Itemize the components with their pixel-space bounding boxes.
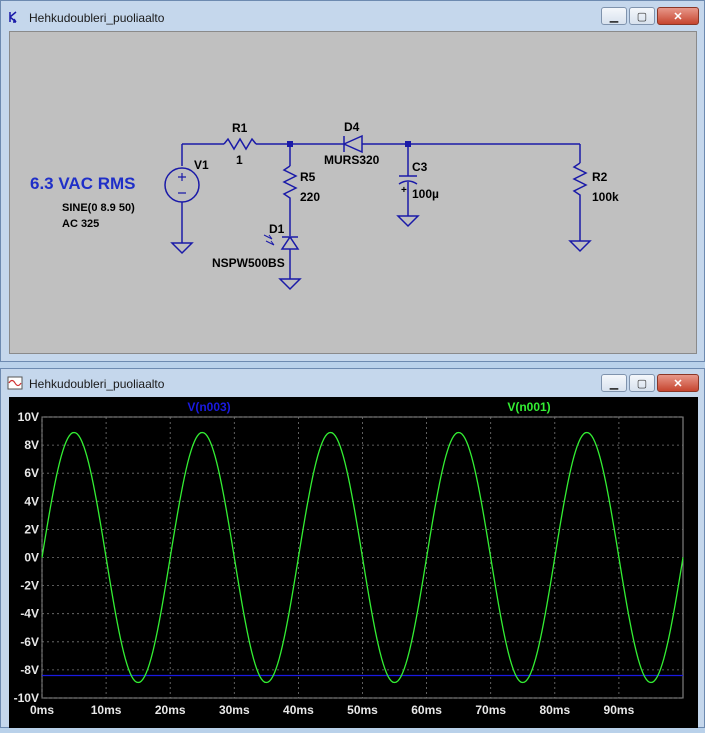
c3-name: C3 — [412, 160, 428, 174]
y-tick-label: -2V — [20, 579, 39, 593]
r5-value: 220 — [300, 190, 320, 204]
maximize-button[interactable]: ▢ — [629, 374, 655, 392]
led-d1 — [280, 235, 300, 250]
d4-value: MURS320 — [324, 153, 380, 167]
resistor-r5 — [282, 165, 298, 236]
y-tick-label: 6V — [24, 466, 39, 480]
y-tick-label: 10V — [18, 410, 39, 424]
waveform-titlebar[interactable]: Hehkudoubleri_puoliaalto ▁ ▢ ✕ — [1, 369, 704, 397]
r2-name: R2 — [592, 170, 608, 184]
resistor-r2 — [572, 162, 588, 241]
x-tick-label: 20ms — [155, 703, 186, 717]
waveform-plot: 10V8V6V4V2V0V-2V-4V-6V-8V-10V0ms 10ms 20ms… — [14, 400, 684, 717]
v1-value-sine: SINE(0 8.9 50) — [62, 202, 135, 214]
r5-name: R5 — [300, 170, 316, 184]
y-tick-label: 2V — [24, 522, 39, 536]
y-tick-label: 0V — [24, 551, 39, 565]
waveform-window: Hehkudoubleri_puoliaalto ▁ ▢ ✕ 10V 8V 6V 4V… — [0, 368, 705, 728]
y-tick-label: -4V — [20, 607, 39, 621]
close-button[interactable]: ✕ — [657, 374, 699, 392]
r1-name: R1 — [232, 121, 248, 135]
x-tick-label: 80ms — [539, 703, 570, 717]
junction-dot — [405, 141, 411, 147]
r2-value: 100k — [592, 190, 619, 204]
close-button[interactable]: ✕ — [657, 7, 699, 25]
v1-spice-label: 6.3 VAC RMS — [30, 174, 136, 193]
minimize-button[interactable]: ▁ — [601, 7, 627, 25]
x-tick-label: 0ms — [30, 703, 54, 717]
diode-d4 — [342, 134, 363, 154]
maximize-button[interactable]: ▢ — [629, 7, 655, 25]
c3-value: 100µ — [412, 187, 439, 201]
c3-plus: + — [401, 185, 407, 196]
d4-name: D4 — [344, 120, 360, 134]
x-tick-label: 60ms — [411, 703, 442, 717]
ltspice-schematic-icon — [9, 11, 17, 23]
x-tick-label: 10ms — [91, 703, 122, 717]
x-tick-label: 40ms — [283, 703, 314, 717]
waveform-icon — [7, 376, 23, 390]
waveform-window-title: Hehkudoubleri_puoliaalto — [29, 377, 165, 391]
schematic-window-title: Hehkudoubleri_puoliaalto — [29, 11, 165, 25]
v1-value-ac: AC 325 — [62, 218, 99, 230]
legend-label: V(n003) — [187, 400, 230, 414]
y-tick-label: 4V — [24, 494, 39, 508]
led-arrows — [263, 234, 275, 246]
junction-dot — [287, 141, 293, 147]
y-tick-label: -8V — [20, 663, 39, 677]
schematic-window: Hehkudoubleri_puoliaalto ▁ ▢ ✕ 6.3 VAC R… — [0, 0, 705, 362]
minimize-button[interactable]: ▁ — [601, 374, 627, 392]
d1-name: D1 — [269, 222, 285, 236]
schematic-drawing: 6.3 VAC RMS V1 SINE(0 8.9 50) AC 325 R1 … — [30, 120, 619, 291]
x-tick-label: 90ms — [604, 703, 635, 717]
schematic-titlebar[interactable]: Hehkudoubleri_puoliaalto ▁ ▢ ✕ — [1, 1, 704, 31]
x-tick-label: 50ms — [347, 703, 378, 717]
y-tick-label: 8V — [24, 438, 39, 452]
resistor-r1 — [223, 137, 257, 151]
d1-value: NSPW500BS — [212, 256, 285, 270]
x-tick-label: 30ms — [219, 703, 250, 717]
plot-canvas[interactable]: 10V 8V 6V 4V 2V 0V -2V -4V -6V -8V -10V 0ms 10ms 20ms… — [9, 397, 698, 728]
r1-value: 1 — [236, 153, 243, 167]
v1-name: V1 — [194, 158, 209, 172]
y-tick-label: -6V — [20, 635, 39, 649]
schematic-canvas[interactable]: 6.3 VAC RMS V1 SINE(0 8.9 50) AC 325 R1 … — [9, 31, 697, 354]
legend-label: V(n001) — [507, 400, 550, 414]
x-tick-label: 70ms — [475, 703, 506, 717]
